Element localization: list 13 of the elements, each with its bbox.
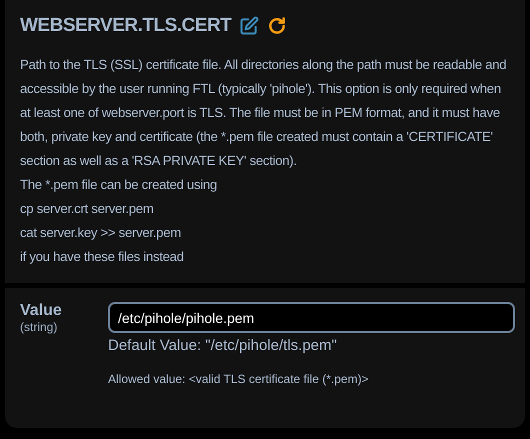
description-line: cp server.crt server.pem <box>20 200 155 218</box>
description-line: cat server.key >> server.pem <box>20 224 182 242</box>
description-line: if you have these files instead <box>20 248 185 266</box>
type-hint: (string) <box>20 320 58 334</box>
reset-icon[interactable] <box>267 16 288 36</box>
default-value-text: Default Value: "/etc/pihole/tls.pem" <box>108 337 337 354</box>
description-text: Path to the TLS (SSL) certificate file. All directories along the path must be readable and accessible by the user running FTL (typically 'pihole'). This option is only required when at least one of webserver.port is TLS. The file must be in PEM format, and it must have both, private key and certificate (the *.pem file created must contain a 'CERTIFICATE' section as well as a 'RSA PRIVATE KEY' section). <box>20 56 508 170</box>
description-line: The *.pem file can be created using <box>20 176 218 194</box>
edit-icon[interactable] <box>239 16 260 36</box>
allowed-value-text: Allowed value: <valid TLS certificate file (*.pem)> <box>108 372 369 386</box>
setting-title: WEBSERVER.TLS.CERT <box>20 15 232 37</box>
field-label: Value <box>20 302 62 320</box>
value-input[interactable]: /etc/pihole/pihole.pem <box>108 302 515 333</box>
